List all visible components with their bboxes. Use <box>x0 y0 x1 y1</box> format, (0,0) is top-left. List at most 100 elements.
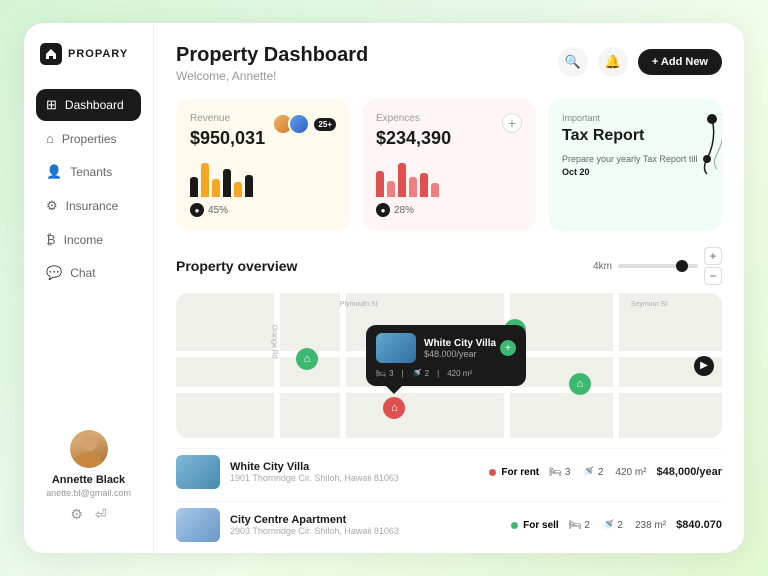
sidebar-item-tenants[interactable]: 👤 Tenants <box>36 156 141 188</box>
bed-icon: 🛏 <box>376 369 386 378</box>
property-row-1: White City Villa 1901 Thornridge Cir. Sh… <box>176 448 722 495</box>
bath-icon: 🚿 <box>582 467 594 478</box>
property-row-2: City Centre Apartment 2903 Thornridge Ci… <box>176 501 722 548</box>
dashboard-icon: ⊞ <box>46 97 57 113</box>
top-header: Property Dashboard Welcome, Annette! 🔍 🔔… <box>176 43 722 83</box>
zoom-out-button[interactable]: − <box>704 267 722 285</box>
area-2: 238 m² <box>635 520 666 531</box>
sidebar-label-income: Income <box>64 233 103 247</box>
property-address-2: 2903 Thornridge Cir. Shiloh, Hawaii 8106… <box>230 526 501 536</box>
road-vertical-1 <box>340 293 346 438</box>
revenue-avatars: 25+ <box>272 113 336 135</box>
property-info-1: White City Villa 1901 Thornridge Cir. Sh… <box>230 461 479 483</box>
road-vertical-3 <box>613 293 619 438</box>
zoom-in-button[interactable]: + <box>704 247 722 265</box>
tooltip-price: $48.000/year <box>424 349 496 359</box>
properties-icon: ⌂ <box>46 131 54 146</box>
sidebar-label-insurance: Insurance <box>66 199 119 213</box>
tooltip-baths: 🚿 2 <box>412 369 429 378</box>
zoom-slider[interactable] <box>618 264 698 268</box>
street-label-3: Seymour St <box>631 301 668 308</box>
zoom-thumb <box>676 260 688 272</box>
map-pin-3[interactable]: ⌂ <box>569 373 591 395</box>
zoom-buttons: + − <box>704 247 722 285</box>
bar <box>234 182 242 197</box>
page-title: Property Dashboard <box>176 43 368 67</box>
bath-icon-2: 🚿 <box>602 520 614 531</box>
tooltip-area: 420 m² <box>447 369 472 378</box>
sidebar-nav: ⊞ Dashboard ⌂ Properties 👤 Tenants ⚙ Ins… <box>36 89 141 291</box>
stat-cards: Revenue $950,031 25+ ● 45% <box>176 99 722 231</box>
user-actions: ⚙ ⏎ <box>70 506 106 523</box>
avatar-image <box>70 430 108 468</box>
baths-1: 🚿 2 <box>582 467 603 478</box>
navigate-button[interactable]: ▶ <box>694 356 714 376</box>
revenue-bar-chart <box>190 157 336 197</box>
expenses-bar-chart <box>376 157 522 197</box>
map-pin-1[interactable]: ⌂ <box>296 348 318 370</box>
tooltip-info: White City Villa $48.000/year <box>424 338 496 359</box>
trend-indicator: ● <box>190 203 204 217</box>
expenses-value: $234,390 <box>376 128 522 149</box>
sidebar-label-dashboard: Dashboard <box>65 98 124 112</box>
insurance-icon: ⚙ <box>46 198 58 214</box>
page-subtitle: Welcome, Annette! <box>176 69 368 83</box>
trend-indicator-exp: ● <box>376 203 390 217</box>
bar <box>223 169 231 197</box>
sidebar-item-chat[interactable]: 💬 Chat <box>36 257 141 289</box>
sidebar-item-properties[interactable]: ⌂ Properties <box>36 123 141 154</box>
revenue-trend: 45% <box>208 205 228 216</box>
sidebar-label-properties: Properties <box>62 132 117 146</box>
tooltip-add-button[interactable]: + <box>500 340 516 356</box>
sidebar-item-income[interactable]: ₿ Income <box>36 224 141 255</box>
road-vertical-4 <box>274 293 280 438</box>
property-status-1: For rent <box>489 467 539 478</box>
overview-header: Property overview 4km + − <box>176 247 722 285</box>
bar <box>387 181 395 197</box>
bar <box>190 177 198 197</box>
tax-card: Important Tax Report Prepare your yearly… <box>548 99 722 231</box>
add-new-button[interactable]: + Add New <box>638 49 722 75</box>
home-icon-1: ⌂ <box>304 353 311 365</box>
notification-button[interactable]: 🔔 <box>598 47 628 77</box>
plus-badge[interactable]: + <box>502 113 522 133</box>
sidebar-label-chat: Chat <box>70 266 95 280</box>
status-dot-1 <box>489 469 496 476</box>
property-meta-2: 🛏 2 🚿 2 238 m² <box>569 520 666 531</box>
zoom-label: 4km <box>593 261 612 272</box>
main-content: Property Dashboard Welcome, Annette! 🔍 🔔… <box>154 23 744 553</box>
property-price-1: $48,000/year <box>657 466 722 478</box>
bar <box>376 171 384 197</box>
search-button[interactable]: 🔍 <box>558 47 588 77</box>
settings-icon[interactable]: ⚙ <box>70 506 83 523</box>
map-pin-4[interactable]: ⌂ <box>383 397 405 419</box>
sidebar: PROPARY ⊞ Dashboard ⌂ Properties 👤 Tenan… <box>24 23 154 553</box>
bar <box>431 183 439 197</box>
logo-area: PROPARY <box>36 43 141 65</box>
expenses-footer: ● 28% <box>376 203 522 217</box>
beds-2: 🛏 2 <box>569 520 590 531</box>
tooltip-header: White City Villa $48.000/year + <box>376 333 516 363</box>
avatar-2 <box>288 113 310 135</box>
status-dot-2 <box>511 522 518 529</box>
baths-2: 🚿 2 <box>602 520 623 531</box>
logout-icon[interactable]: ⏎ <box>95 506 107 523</box>
property-address-1: 1901 Thornridge Cir. Shiloh, Hawaii 8106… <box>230 473 479 483</box>
sidebar-bottom: Annette Black anette.bl@gmail.com ⚙ ⏎ <box>36 420 141 533</box>
home-icon-3: ⌂ <box>577 378 584 390</box>
bar <box>245 175 253 197</box>
area-1: 420 m² <box>615 467 646 478</box>
header-title-area: Property Dashboard Welcome, Annette! <box>176 43 368 83</box>
avatar <box>70 430 108 468</box>
property-name-1: White City Villa <box>230 461 479 473</box>
street-label-2: Orange Rd <box>271 325 278 359</box>
street-label-1: Plymouth St <box>340 301 378 308</box>
map-tooltip: White City Villa $48.000/year + 🛏 3 | 🚿 <box>366 325 526 386</box>
user-profile: Annette Black anette.bl@gmail.com ⚙ ⏎ <box>36 420 141 533</box>
map-area: Plymouth St Orange Rd Seymour St ⌂ ⌂ ⌂ ⌂ <box>176 293 722 438</box>
user-email: anette.bl@gmail.com <box>46 488 131 498</box>
sidebar-item-insurance[interactable]: ⚙ Insurance <box>36 190 141 222</box>
sidebar-label-tenants: Tenants <box>70 165 112 179</box>
sidebar-item-dashboard[interactable]: ⊞ Dashboard <box>36 89 141 121</box>
tax-decoration <box>652 109 722 179</box>
